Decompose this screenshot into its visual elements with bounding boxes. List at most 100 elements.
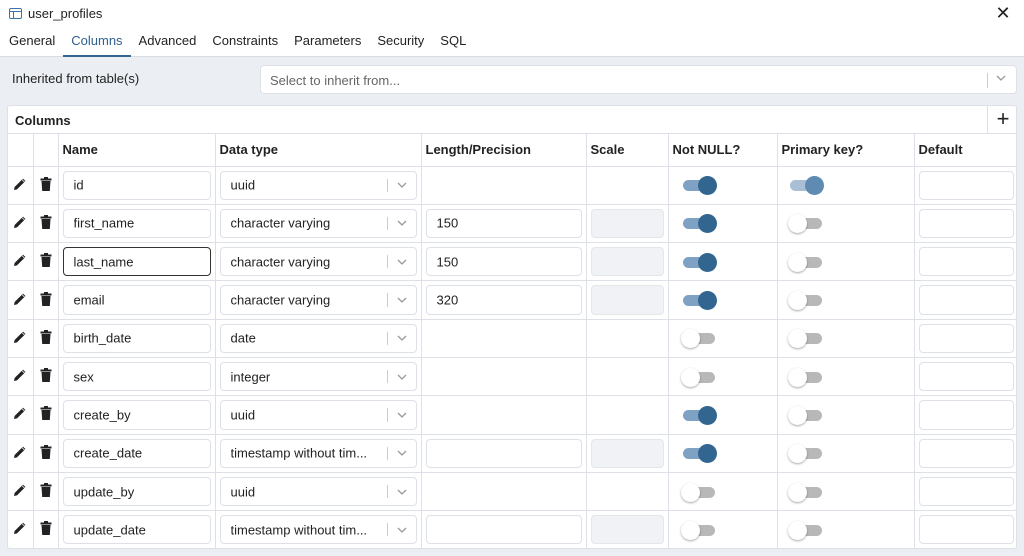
chevron-down-icon[interactable]	[395, 485, 409, 499]
inherit-select[interactable]: Select to inherit from...	[260, 65, 1017, 94]
primary-key-toggle[interactable]	[787, 213, 824, 234]
chevron-down-icon[interactable]	[395, 370, 409, 384]
tab-columns[interactable]: Columns	[63, 27, 131, 57]
delete-row-button[interactable]	[33, 510, 59, 548]
edit-row-button[interactable]	[8, 280, 34, 320]
tab-sql[interactable]: SQL	[432, 27, 474, 57]
edit-row-button[interactable]	[8, 166, 34, 205]
data-type-select[interactable]: date	[219, 323, 417, 353]
chevron-down-icon[interactable]	[395, 446, 409, 460]
delete-row-button[interactable]	[33, 395, 59, 435]
length-input[interactable]: 320	[425, 285, 582, 315]
not-null-toggle[interactable]	[681, 405, 717, 425]
primary-key-toggle[interactable]	[787, 520, 824, 540]
edit-row-button[interactable]	[8, 319, 34, 358]
delete-row-button[interactable]	[33, 204, 59, 244]
close-icon[interactable]: ✕	[993, 3, 1013, 23]
primary-key-toggle[interactable]	[787, 328, 824, 349]
column-name-input[interactable]: sex	[62, 361, 211, 392]
length-input[interactable]: 150	[425, 247, 582, 277]
edit-row-button[interactable]	[8, 510, 34, 548]
delete-row-button[interactable]	[33, 472, 59, 512]
default-input[interactable]	[918, 208, 1014, 239]
not-null-toggle[interactable]	[681, 252, 717, 272]
data-type-select[interactable]: uuid	[219, 400, 417, 430]
chevron-down-icon[interactable]	[395, 178, 409, 192]
data-type-select[interactable]: timestamp without tim...	[219, 515, 417, 545]
primary-key-toggle[interactable]	[787, 482, 824, 502]
delete-row-button[interactable]	[33, 280, 59, 320]
data-type-select[interactable]: character varying	[219, 208, 417, 239]
default-input[interactable]	[918, 285, 1014, 315]
edit-row-button[interactable]	[8, 204, 34, 244]
column-name-input[interactable]: update_date	[62, 515, 211, 545]
not-null-toggle[interactable]	[680, 482, 717, 502]
length-input[interactable]	[425, 515, 582, 545]
primary-key-toggle[interactable]	[787, 405, 824, 425]
chevron-down-icon[interactable]	[994, 71, 1008, 85]
delete-row-button[interactable]	[33, 242, 59, 282]
default-input[interactable]	[918, 323, 1014, 353]
not-null-toggle[interactable]	[680, 367, 717, 387]
edit-row-button[interactable]	[8, 472, 34, 512]
delete-row-button[interactable]	[33, 166, 59, 205]
default-input[interactable]	[918, 170, 1014, 200]
column-name-input[interactable]: first_name	[62, 208, 211, 239]
edit-row-button[interactable]	[8, 434, 34, 473]
chevron-down-icon[interactable]	[395, 216, 409, 230]
tab-constraints[interactable]: Constraints	[204, 27, 286, 57]
default-input[interactable]	[918, 361, 1014, 392]
not-null-toggle[interactable]	[681, 175, 717, 196]
column-name-value: email	[73, 292, 105, 308]
primary-key-toggle[interactable]	[787, 252, 824, 272]
add-column-button[interactable]: +	[987, 106, 1016, 134]
not-null-toggle[interactable]	[681, 213, 717, 234]
tab-security[interactable]: Security	[369, 27, 432, 57]
length-input[interactable]: 150	[425, 208, 582, 239]
chevron-down-icon[interactable]	[395, 255, 409, 269]
tab-advanced[interactable]: Advanced	[131, 27, 205, 57]
column-name-input[interactable]: update_by	[62, 476, 211, 507]
delete-row-button[interactable]	[33, 319, 59, 358]
column-name-input[interactable]: last_name	[62, 247, 211, 277]
not-null-toggle[interactable]	[681, 290, 717, 311]
default-input[interactable]	[918, 476, 1014, 507]
primary-key-toggle[interactable]	[787, 290, 824, 311]
data-type-select[interactable]: integer	[219, 361, 417, 392]
not-null-toggle[interactable]	[681, 443, 717, 464]
length-input[interactable]	[425, 438, 582, 468]
delete-row-button[interactable]	[33, 434, 59, 473]
data-type-select[interactable]: timestamp without tim...	[219, 438, 417, 468]
toggle-knob	[697, 252, 717, 272]
primary-key-toggle[interactable]	[788, 175, 824, 196]
default-input[interactable]	[918, 438, 1014, 468]
not-null-toggle[interactable]	[680, 328, 717, 349]
chevron-down-icon[interactable]	[395, 331, 409, 345]
default-input[interactable]	[918, 247, 1014, 277]
chevron-down-icon[interactable]	[395, 523, 409, 537]
delete-row-button[interactable]	[33, 357, 59, 397]
tab-parameters[interactable]: Parameters	[286, 27, 369, 57]
data-type-select[interactable]: uuid	[219, 170, 417, 200]
chevron-down-icon[interactable]	[395, 408, 409, 422]
column-name-input[interactable]: email	[62, 285, 211, 315]
columns-panel-title: Columns	[15, 113, 71, 128]
default-input[interactable]	[918, 400, 1014, 430]
edit-row-button[interactable]	[8, 395, 34, 435]
chevron-down-icon[interactable]	[395, 293, 409, 307]
data-type-select[interactable]: uuid	[219, 476, 417, 507]
edit-row-button[interactable]	[8, 242, 34, 282]
column-name-input[interactable]: create_by	[62, 400, 211, 430]
column-name-input[interactable]: id	[62, 170, 211, 200]
primary-key-toggle[interactable]	[787, 443, 824, 464]
toggle-knob	[787, 329, 807, 349]
edit-row-button[interactable]	[8, 357, 34, 397]
data-type-select[interactable]: character varying	[219, 247, 417, 277]
column-name-input[interactable]: create_date	[62, 438, 211, 468]
column-name-input[interactable]: birth_date	[62, 323, 211, 353]
default-input[interactable]	[918, 515, 1014, 545]
not-null-toggle[interactable]	[680, 520, 717, 540]
primary-key-toggle[interactable]	[787, 367, 824, 387]
tab-general[interactable]: General	[1, 27, 63, 57]
data-type-select[interactable]: character varying	[219, 285, 417, 315]
